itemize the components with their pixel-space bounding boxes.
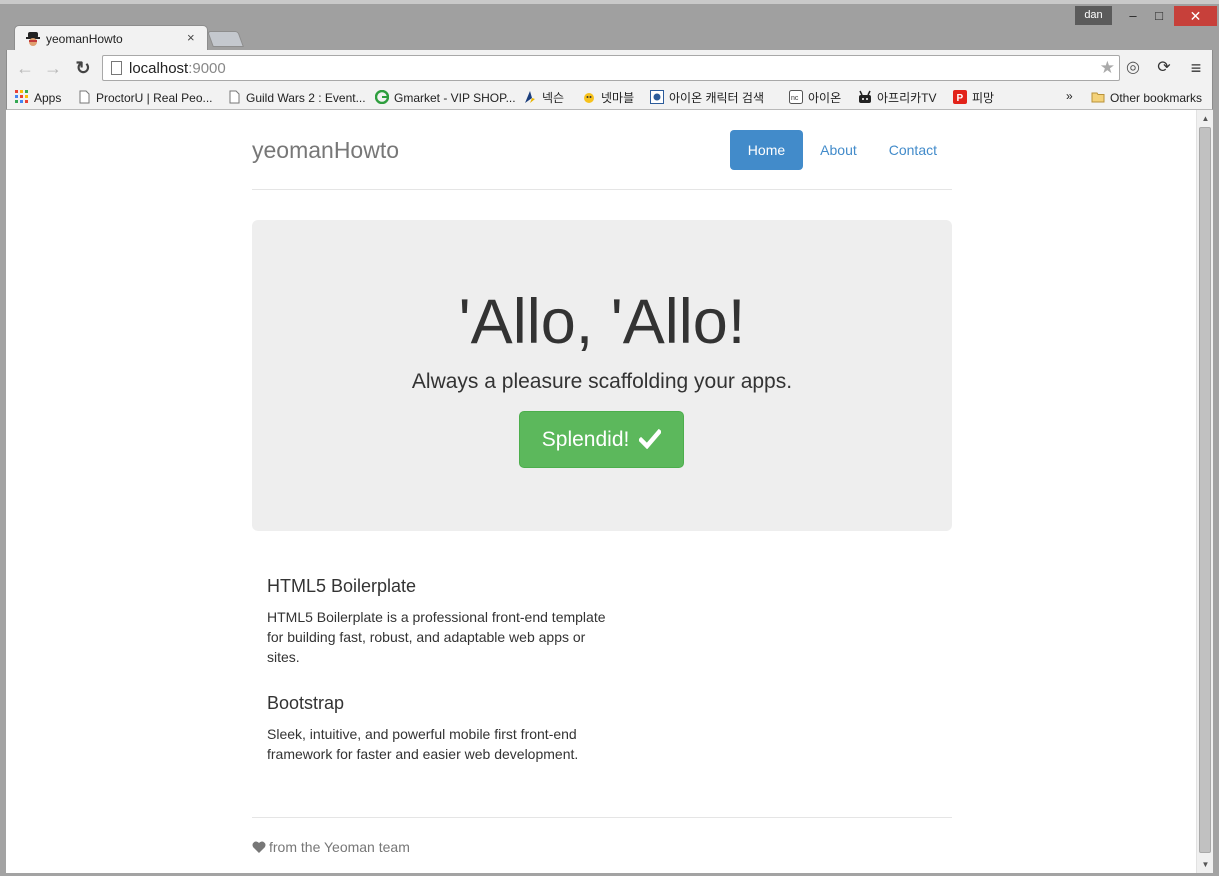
splendid-button-label: Splendid! <box>541 428 630 451</box>
bookmarks-bar: Apps ProctorU | Real Peo... Guild Wars 2… <box>6 86 1213 110</box>
bookmark-netmarble[interactable]: 넷마블 <box>582 89 634 107</box>
bookmark-gmarket[interactable]: Gmarket - VIP SHOP... <box>375 89 516 107</box>
yeoman-favicon-icon <box>26 32 40 46</box>
jumbotron-title: 'Allo, 'Allo! <box>458 287 746 357</box>
url-host: localhost <box>129 60 189 77</box>
scroll-up-arrow-icon[interactable]: ▲ <box>1197 110 1214 127</box>
feature-text: Sleek, intuitive, and powerful mobile fi… <box>267 726 579 762</box>
bookmark-label: 아이온 캐릭터 검색 <box>669 91 764 105</box>
bookmark-nexon[interactable]: 넥슨 <box>523 89 564 107</box>
bookmarks-overflow-chevron[interactable]: » <box>1066 89 1073 103</box>
nav-about[interactable]: About <box>805 130 872 170</box>
bookmark-star-icon[interactable]: ★ <box>1100 58 1115 78</box>
bookmark-label: Guild Wars 2 : Event... <box>246 91 366 105</box>
aion-icon <box>650 90 664 104</box>
page-icon <box>111 61 122 75</box>
site-brand[interactable]: yeomanHowto <box>252 137 399 164</box>
bookmark-apps[interactable]: Apps <box>15 89 61 107</box>
site-nav: Home About Contact <box>728 130 952 170</box>
other-bookmarks-folder[interactable]: Other bookmarks <box>1091 89 1202 107</box>
bookmark-aion-search[interactable]: 아이온 캐릭터 검색 <box>650 89 764 107</box>
reload-icon[interactable]: ↻ <box>72 57 94 79</box>
extension-sync-icon[interactable]: ⟳ <box>1154 58 1174 78</box>
nexon-icon <box>525 91 535 103</box>
minimize-button[interactable]: – <box>1120 6 1146 26</box>
svg-text:P: P <box>957 93 964 104</box>
svg-text:nc: nc <box>791 95 799 102</box>
bookmark-label: 넷마블 <box>601 91 635 105</box>
bookmark-label: 넥슨 <box>542 91 565 105</box>
extension-circle-icon[interactable]: ◎ <box>1123 58 1143 78</box>
browser-tab-active[interactable]: yeomanHowto × <box>14 25 208 51</box>
bookmark-pmang[interactable]: P 피망 <box>953 89 994 107</box>
close-window-button[interactable]: ✕ <box>1174 6 1217 26</box>
bookmark-label: 아프리카TV <box>877 91 937 105</box>
tab-title: yeomanHowto <box>46 32 123 46</box>
feature-text: HTML5 Boilerplate is a professional fron… <box>267 609 606 665</box>
bookmark-label: 아이온 <box>808 91 842 105</box>
page-icon <box>229 90 240 104</box>
bookmark-afreecatv[interactable]: 아프리카TV <box>858 89 937 107</box>
feature-title: Bootstrap <box>267 693 345 713</box>
jumbotron-lead: Always a pleasure scaffolding your apps. <box>411 370 793 393</box>
nc-icon: nc <box>789 90 803 104</box>
heart-icon <box>252 841 266 853</box>
bookmark-label: Gmarket - VIP SHOP... <box>394 91 516 105</box>
scroll-down-arrow-icon[interactable]: ▼ <box>1197 856 1214 873</box>
browser-toolbar: ← → ↻ localhost:9000 ★ ◎ ⟳ ≡ <box>6 50 1213 86</box>
titlebar-top-edge <box>0 0 1219 4</box>
page-viewport: yeomanHowto Home About Contact 'Allo, 'A… <box>6 110 1196 873</box>
address-bar[interactable]: localhost:9000 ★ <box>102 55 1120 81</box>
scrollbar-thumb[interactable] <box>1199 127 1211 853</box>
forward-arrow-icon[interactable]: → <box>42 57 64 79</box>
checkmark-icon <box>639 429 662 449</box>
browser-titlebar: dan – □ ✕ yeomanHowto × <box>0 0 1219 51</box>
url-text[interactable]: localhost:9000 <box>129 60 226 77</box>
splendid-button[interactable]: Splendid! <box>519 411 684 468</box>
maximize-button[interactable]: □ <box>1146 6 1172 26</box>
page-container: yeomanHowto Home About Contact 'Allo, 'A… <box>252 110 952 855</box>
back-arrow-icon[interactable]: ← <box>14 57 36 79</box>
bookmark-aion[interactable]: nc 아이온 <box>789 89 841 107</box>
folder-icon <box>1091 92 1105 103</box>
feature-title: HTML5 Boilerplate <box>267 576 417 596</box>
jumbotron: 'Allo, 'Allo! Always a pleasure scaffold… <box>252 220 952 531</box>
feature-html5-boilerplate: HTML5 Boilerplate HTML5 Boilerplate is a… <box>267 576 607 667</box>
nav-contact[interactable]: Contact <box>874 130 952 170</box>
bookmark-label: 피망 <box>972 91 995 105</box>
site-header: yeomanHowto Home About Contact <box>252 110 952 190</box>
url-port: :9000 <box>188 60 226 77</box>
chrome-menu-icon[interactable]: ≡ <box>1186 58 1206 78</box>
pmang-icon: P <box>953 90 967 104</box>
bookmark-guildwars[interactable]: Guild Wars 2 : Event... <box>227 89 366 107</box>
tab-close-icon[interactable]: × <box>187 30 195 45</box>
vertical-scrollbar[interactable]: ▲ ▼ <box>1196 110 1213 873</box>
afreecatv-icon <box>859 90 871 103</box>
footer-text: from the Yeoman team <box>252 839 410 855</box>
bookmark-label: Other bookmarks <box>1110 91 1203 105</box>
netmarble-icon <box>584 93 594 103</box>
footer-label: from the Yeoman team <box>269 839 410 855</box>
apps-grid-icon <box>15 90 28 103</box>
bookmark-proctoru[interactable]: ProctorU | Real Peo... <box>77 89 213 107</box>
marketing-section: HTML5 Boilerplate HTML5 Boilerplate is a… <box>267 576 607 764</box>
feature-bootstrap: Bootstrap Sleek, intuitive, and powerful… <box>267 693 607 764</box>
site-footer: from the Yeoman team <box>252 817 952 873</box>
bookmark-label: Apps <box>34 91 62 105</box>
gmarket-icon <box>375 90 389 104</box>
nav-home[interactable]: Home <box>729 130 804 170</box>
new-tab-button[interactable] <box>207 31 244 47</box>
profile-badge[interactable]: dan <box>1075 6 1112 25</box>
bookmark-label: ProctorU | Real Peo... <box>96 91 213 105</box>
page-icon <box>79 90 90 104</box>
